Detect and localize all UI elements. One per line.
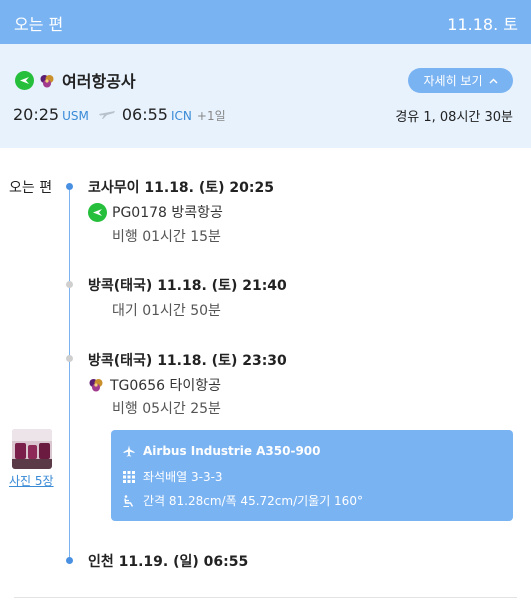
stops-duration: 경유 1, 08시간 30분 (395, 110, 513, 125)
flight2-number: TG0656 타이항공 (110, 378, 221, 394)
bottom-divider (14, 597, 517, 598)
photos-link[interactable]: 사진 5장 (9, 472, 54, 489)
aircraft-info-box: Airbus Industrie A350-900 좌석배열 3-3-3 간격 … (111, 430, 513, 521)
thai-airways-logo-icon (89, 379, 103, 392)
flight-times: 20:25 USM 06:55 ICN +1일 (13, 105, 226, 124)
airline-name: 여러항공사 (62, 72, 136, 91)
header-date: 11.18. 토 (447, 15, 518, 34)
aircraft-model-row: Airbus Industrie A350-900 (123, 444, 321, 458)
seat-layout-row: 좌석배열 3-3-3 (123, 468, 223, 485)
arrive-time: 06:55 (121, 105, 168, 124)
departure-stop: 코사무이 11.18. (토) 20:25 (88, 180, 274, 196)
aircraft-model: Airbus Industrie A350-900 (143, 444, 321, 458)
plane-icon (123, 445, 135, 457)
recline-seat-icon (123, 494, 134, 507)
flight2-duration: 비행 05시간 25분 (112, 401, 221, 417)
header-title: 오는 편 (14, 15, 64, 34)
timeline-line (69, 186, 70, 560)
depart-time: 20:25 (13, 105, 60, 124)
flight1-number: PG0178 방콕항공 (112, 205, 223, 221)
seat-grid-icon (123, 470, 135, 483)
seat-pitch-row: 간격 81.28cm/폭 45.72cm/기울기 160° (123, 492, 363, 509)
flight1-duration: 비행 01시간 15분 (112, 229, 221, 245)
flight-summary: 여러항공사 자세히 보기 20:25 USM 06:55 ICN +1일 경유 … (0, 44, 531, 148)
chevron-up-icon (489, 78, 497, 83)
return-flight-header: 오는 편 11.18. 토 (0, 0, 531, 44)
bangkok-airways-logo-icon (88, 202, 107, 222)
details-button-label: 자세히 보기 (423, 74, 483, 88)
timeline-dot-layover-arrive (66, 281, 73, 288)
layover-wait: 대기 01시간 50분 (112, 303, 221, 319)
day-offset: +1일 (196, 109, 226, 123)
bangkok-airways-logo-icon (15, 71, 34, 90)
layover-depart-stop: 방콕(태국) 11.18. (토) 23:30 (88, 353, 287, 369)
details-toggle-button[interactable]: 자세히 보기 (408, 68, 513, 93)
timeline-dot-layover-depart (66, 355, 73, 362)
arrival-stop: 인천 11.19. (일) 06:55 (88, 554, 249, 570)
timeline-dot-departure (66, 183, 73, 190)
seat-layout: 좌석배열 3-3-3 (143, 470, 223, 484)
layover-arrive-stop: 방콕(태국) 11.18. (토) 21:40 (88, 278, 287, 294)
aircraft-photo-thumbnail[interactable] (12, 429, 52, 469)
seat-pitch: 간격 81.28cm/폭 45.72cm/기울기 160° (143, 494, 363, 508)
arrive-airport-code: ICN (170, 109, 192, 123)
depart-airport-code: USM (62, 109, 89, 123)
timeline-section-label: 오는 편 (9, 180, 53, 196)
flight1-row: PG0178 방콕항공 (88, 202, 223, 222)
thai-airways-logo-icon (40, 75, 54, 88)
plane-icon (98, 106, 116, 124)
flight2-row: TG0656 타이항공 (88, 375, 221, 395)
timeline-dot-arrival (66, 557, 73, 564)
